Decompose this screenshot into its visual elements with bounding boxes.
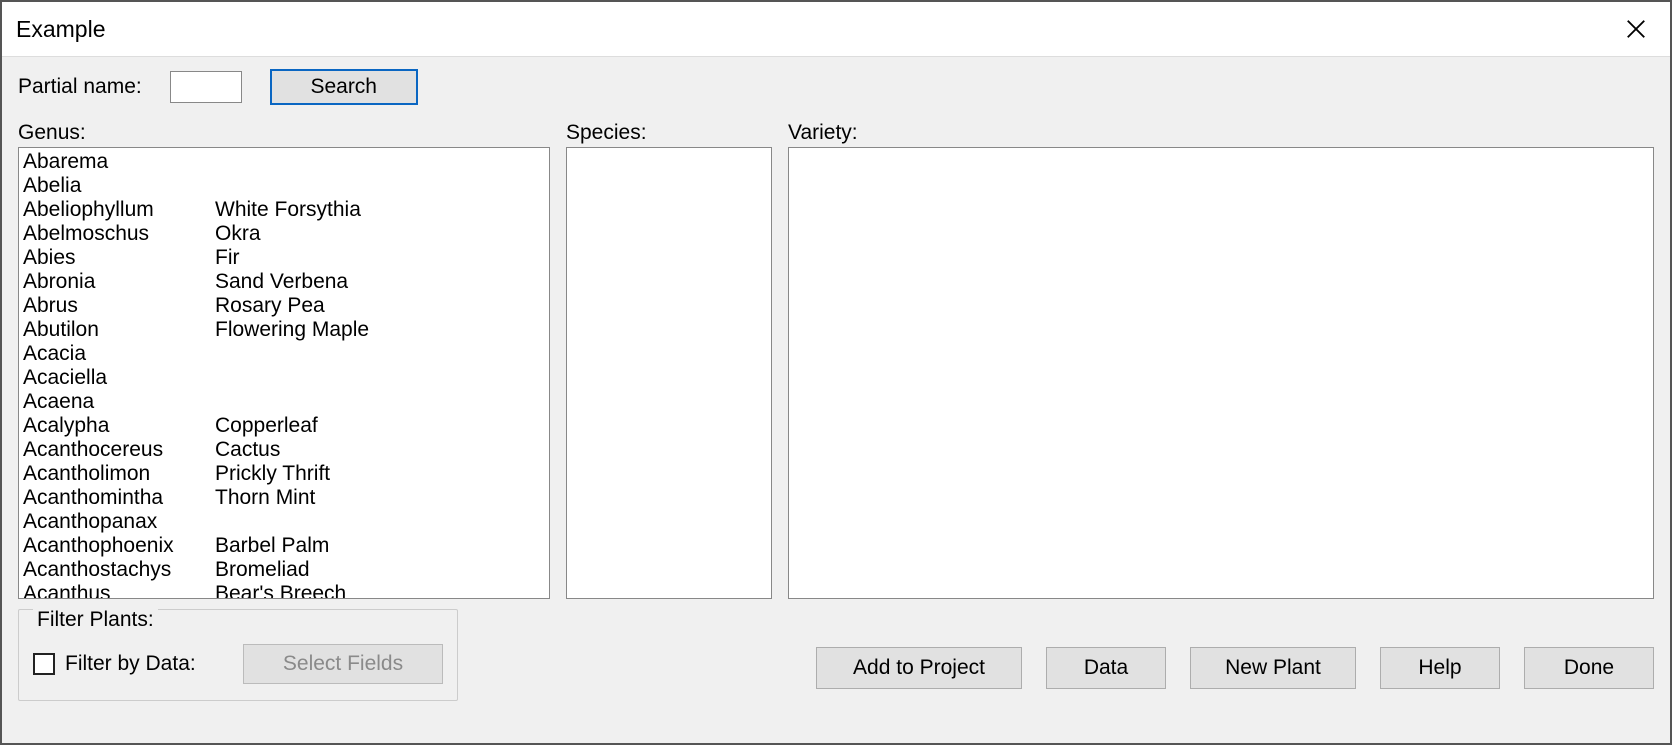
list-item[interactable]: AbroniaSand Verbena — [23, 270, 549, 294]
genus-listbox[interactable]: AbaremaAbeliaAbeliophyllumWhite Forsythi… — [18, 147, 550, 599]
filter-by-data-label: Filter by Data: — [65, 652, 196, 676]
species-label: Species: — [566, 121, 772, 145]
genus-common-name: Bear's Breech — [215, 582, 549, 599]
genus-name: Abutilon — [23, 318, 215, 342]
select-fields-button[interactable]: Select Fields — [243, 644, 443, 684]
search-button[interactable]: Search — [270, 69, 418, 105]
list-item[interactable]: AcanthusBear's Breech — [23, 582, 549, 599]
filter-plants-group: Filter Plants: Filter by Data: Select Fi… — [18, 609, 458, 701]
dialog-title: Example — [16, 16, 105, 43]
partial-name-input[interactable] — [170, 71, 242, 103]
filter-inner: Filter by Data: Select Fields — [33, 644, 443, 684]
genus-common-name: Okra — [215, 222, 549, 246]
genus-name: Abrus — [23, 294, 215, 318]
genus-name: Acanthostachys — [23, 558, 215, 582]
genus-common-name: White Forsythia — [215, 198, 549, 222]
genus-common-name — [215, 390, 549, 414]
list-item[interactable]: AcantholimonPrickly Thrift — [23, 462, 549, 486]
list-item[interactable]: Acaciella — [23, 366, 549, 390]
list-item[interactable]: AbeliophyllumWhite Forsythia — [23, 198, 549, 222]
genus-name: Acanthopanax — [23, 510, 215, 534]
list-item[interactable]: AbutilonFlowering Maple — [23, 318, 549, 342]
genus-name: Abelia — [23, 174, 215, 198]
genus-common-name: Cactus — [215, 438, 549, 462]
dialog-body: Partial name: Search Genus: Species: Var… — [2, 56, 1670, 743]
genus-common-name: Prickly Thrift — [215, 462, 549, 486]
variety-listbox[interactable] — [788, 147, 1654, 599]
genus-name: Acanthomintha — [23, 486, 215, 510]
genus-name: Acantholimon — [23, 462, 215, 486]
filter-plants-legend: Filter Plants: — [33, 608, 158, 632]
genus-name: Abronia — [23, 270, 215, 294]
list-item[interactable]: Acaena — [23, 390, 549, 414]
genus-name: Acanthocereus — [23, 438, 215, 462]
genus-name: Acanthus — [23, 582, 215, 599]
genus-common-name: Barbel Palm — [215, 534, 549, 558]
genus-name: Acanthophoenix — [23, 534, 215, 558]
genus-common-name: Fir — [215, 246, 549, 270]
done-button[interactable]: Done — [1524, 647, 1654, 689]
list-item[interactable]: AcanthominthaThorn Mint — [23, 486, 549, 510]
genus-name: Abies — [23, 246, 215, 270]
list-item[interactable]: Abelia — [23, 174, 549, 198]
genus-common-name: Sand Verbena — [215, 270, 549, 294]
title-bar: Example — [2, 2, 1670, 56]
genus-common-name: Thorn Mint — [215, 486, 549, 510]
genus-common-name — [215, 174, 549, 198]
genus-label: Genus: — [18, 121, 550, 145]
data-button[interactable]: Data — [1046, 647, 1166, 689]
list-item[interactable]: AbiesFir — [23, 246, 549, 270]
genus-common-name — [215, 342, 549, 366]
list-item[interactable]: AcanthostachysBromeliad — [23, 558, 549, 582]
filter-by-data-checkbox[interactable] — [33, 653, 55, 675]
dialog-window: Example Partial name: Search Genus: Spec… — [0, 0, 1672, 745]
genus-name: Acalypha — [23, 414, 215, 438]
genus-common-name: Bromeliad — [215, 558, 549, 582]
genus-name: Acaciella — [23, 366, 215, 390]
variety-label: Variety: — [788, 121, 1654, 145]
list-item[interactable]: AcanthocereusCactus — [23, 438, 549, 462]
genus-common-name: Copperleaf — [215, 414, 549, 438]
bottom-area: Filter Plants: Filter by Data: Select Fi… — [18, 609, 1654, 701]
close-icon — [1625, 18, 1647, 40]
species-listbox[interactable] — [566, 147, 772, 599]
list-headers: Genus: Species: Variety: — [18, 115, 1654, 145]
genus-common-name — [215, 510, 549, 534]
genus-common-name — [215, 150, 549, 174]
genus-name: Acacia — [23, 342, 215, 366]
search-row: Partial name: Search — [18, 67, 1654, 115]
close-button[interactable] — [1616, 9, 1656, 49]
list-item[interactable]: Acacia — [23, 342, 549, 366]
genus-common-name — [215, 366, 549, 390]
genus-name: Abarema — [23, 150, 215, 174]
list-item[interactable]: AbelmoschusOkra — [23, 222, 549, 246]
new-plant-button[interactable]: New Plant — [1190, 647, 1356, 689]
help-button[interactable]: Help — [1380, 647, 1500, 689]
list-item[interactable]: AcalyphaCopperleaf — [23, 414, 549, 438]
genus-common-name: Flowering Maple — [215, 318, 549, 342]
list-item[interactable]: AbrusRosary Pea — [23, 294, 549, 318]
add-to-project-button[interactable]: Add to Project — [816, 647, 1022, 689]
list-item[interactable]: Acanthopanax — [23, 510, 549, 534]
action-buttons: Add to Project Data New Plant Help Done — [816, 647, 1654, 701]
genus-name: Abelmoschus — [23, 222, 215, 246]
genus-name: Abeliophyllum — [23, 198, 215, 222]
partial-name-label: Partial name: — [18, 75, 142, 99]
list-item[interactable]: AcanthophoenixBarbel Palm — [23, 534, 549, 558]
list-item[interactable]: Abarema — [23, 150, 549, 174]
genus-common-name: Rosary Pea — [215, 294, 549, 318]
lists-row: AbaremaAbeliaAbeliophyllumWhite Forsythi… — [18, 147, 1654, 599]
genus-name: Acaena — [23, 390, 215, 414]
